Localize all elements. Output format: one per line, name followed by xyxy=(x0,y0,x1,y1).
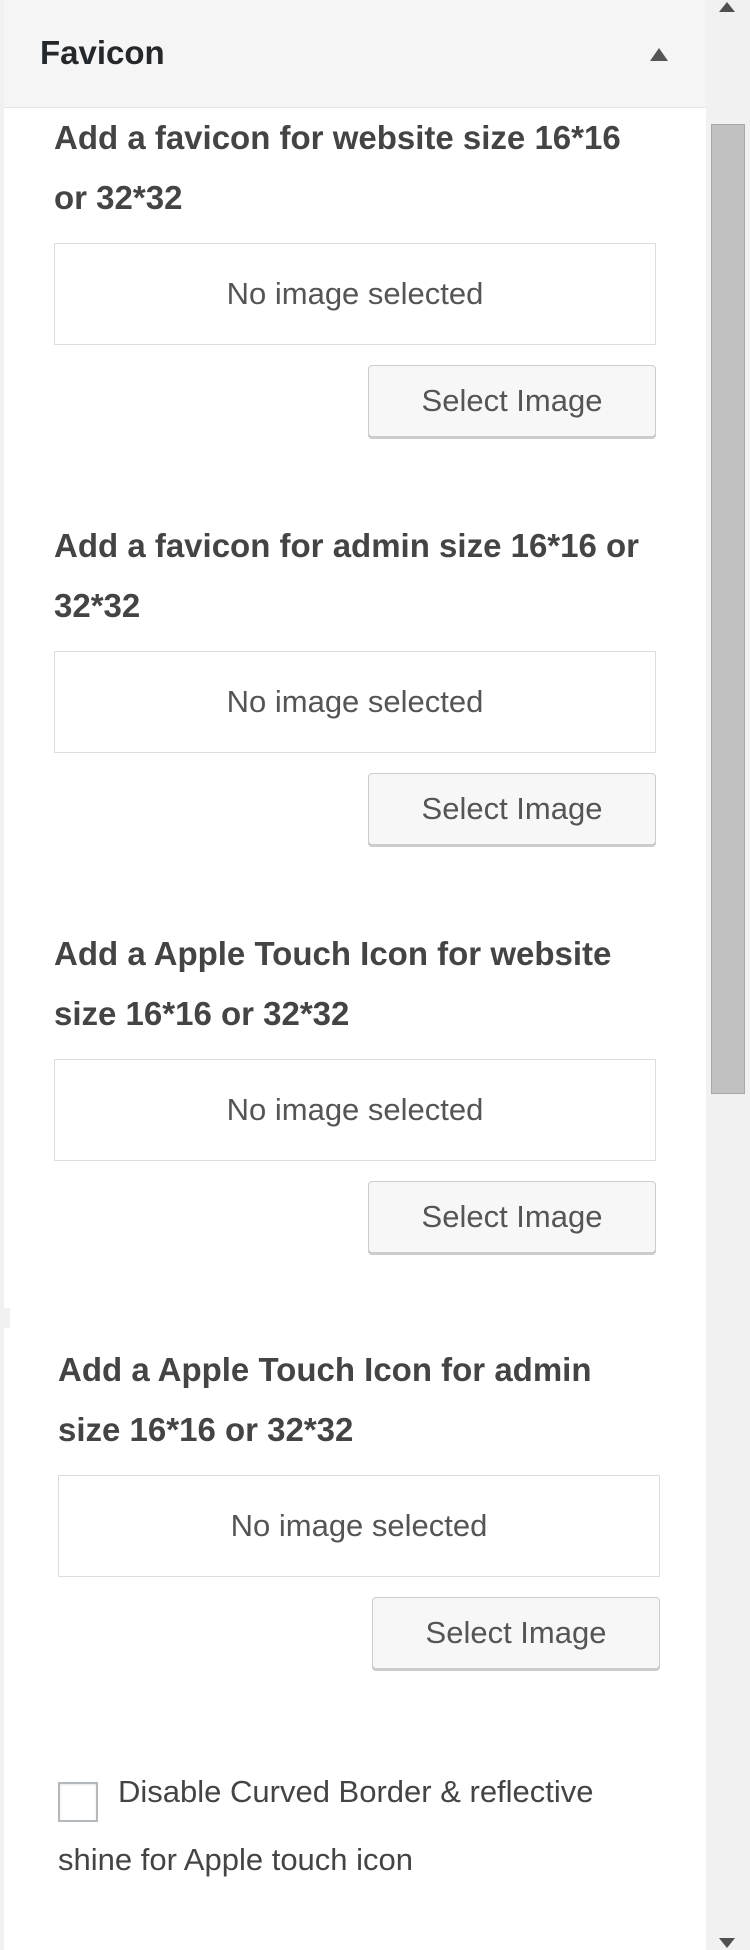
disable-curved-border-option: Disable Curved Border & reflective shine… xyxy=(58,1758,660,1894)
image-preview-text: No image selected xyxy=(230,1508,488,1543)
image-preview-box: No image selected xyxy=(58,1475,660,1577)
field-website-favicon: Add a favicon for website size 16*16 or … xyxy=(54,108,656,437)
scroll-down-arrow-icon[interactable] xyxy=(719,1938,735,1948)
checkbox-label[interactable]: Disable Curved Border & reflective shine… xyxy=(58,1758,660,1894)
field-label: Add a favicon for admin size 16*16 or 32… xyxy=(54,527,640,624)
button-row: Select Image xyxy=(54,1181,656,1253)
button-row: Select Image xyxy=(58,1597,660,1669)
field-admin-apple-touch-icon: Add a Apple Touch Icon for admin size 16… xyxy=(58,1340,660,1669)
scroll-up-arrow-icon[interactable] xyxy=(719,2,735,12)
select-image-button[interactable]: Select Image xyxy=(368,365,656,437)
image-preview-text: No image selected xyxy=(226,1092,484,1127)
field-label: Add a favicon for website size 16*16 or … xyxy=(54,119,621,216)
image-preview-text: No image selected xyxy=(226,276,484,311)
image-preview-text: No image selected xyxy=(226,684,484,719)
select-image-button[interactable]: Select Image xyxy=(368,773,656,845)
collapse-triangle-icon[interactable] xyxy=(650,48,668,61)
section-title: Favicon xyxy=(40,34,165,71)
field-admin-favicon: Add a favicon for admin size 16*16 or 32… xyxy=(54,516,656,845)
customizer-panel: Favicon Add a favicon for website size 1… xyxy=(0,0,750,1950)
image-preview-box: No image selected xyxy=(54,651,656,753)
select-image-button[interactable]: Select Image xyxy=(372,1597,660,1669)
vertical-scrollbar[interactable] xyxy=(706,0,750,1950)
disable-curved-border-checkbox[interactable] xyxy=(58,1782,98,1822)
button-row: Select Image xyxy=(54,773,656,845)
button-row: Select Image xyxy=(54,365,656,437)
image-preview-box: No image selected xyxy=(54,1059,656,1161)
field-label: Add a Apple Touch Icon for website size … xyxy=(54,935,612,1032)
image-preview-box: No image selected xyxy=(54,243,656,345)
field-website-apple-touch-icon: Add a Apple Touch Icon for website size … xyxy=(54,924,656,1253)
scroll-thumb[interactable] xyxy=(711,124,745,1094)
favicon-settings-panel: Add a favicon for website size 16*16 or … xyxy=(4,108,706,1950)
section-header-favicon[interactable]: Favicon xyxy=(4,0,706,108)
select-image-button[interactable]: Select Image xyxy=(368,1181,656,1253)
field-label: Add a Apple Touch Icon for admin size 16… xyxy=(58,1351,592,1448)
panel-divider xyxy=(4,1308,10,1328)
